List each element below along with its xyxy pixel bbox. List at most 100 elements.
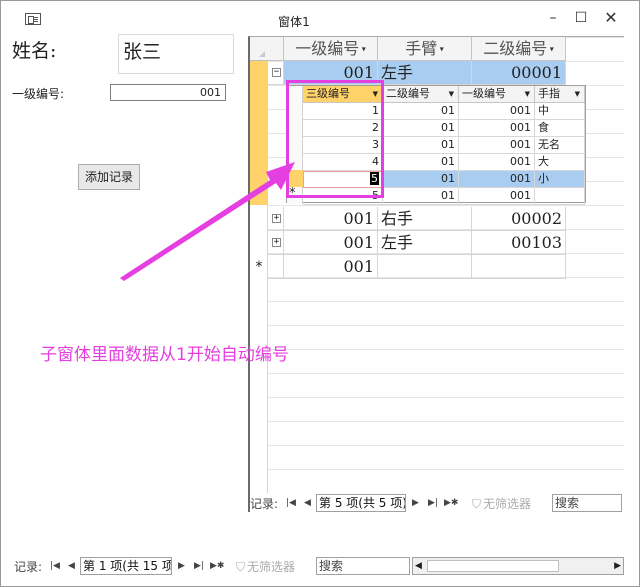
expander-cell [268, 255, 284, 279]
expander-cell[interactable]: + [268, 207, 284, 231]
add-record-button[interactable]: 添加记录 [78, 164, 140, 190]
chevron-down-icon[interactable]: ▼ [575, 86, 580, 102]
no-filter-label: 无筛选器 [247, 560, 296, 574]
first-record-icon[interactable]: |◀ [286, 495, 296, 511]
expand-icon[interactable]: + [272, 214, 281, 223]
name-label: 姓名: [12, 40, 57, 62]
table-cell[interactable]: 小 [535, 171, 585, 188]
table-cell[interactable]: 01 [383, 120, 459, 137]
table-cell[interactable]: 01 [383, 103, 459, 120]
table-row[interactable]: + 001 左手 00103 [268, 231, 624, 255]
table-cell[interactable] [535, 188, 585, 205]
chevron-down-icon[interactable]: ▾ [437, 45, 444, 54]
table-cell[interactable]: 01 [383, 154, 459, 171]
expand-icon[interactable]: + [272, 238, 281, 247]
current-record-selector[interactable] [250, 61, 268, 205]
new-record-marker: * [255, 259, 263, 275]
scroll-right-icon[interactable]: ▶ [614, 558, 621, 574]
table-cell[interactable]: 001 [459, 154, 535, 171]
code-field[interactable]: 001 [110, 84, 226, 101]
next-record-icon[interactable]: ▶ [178, 558, 185, 574]
table-cell[interactable]: 001 [284, 207, 378, 231]
record-nav-label: 记录: [14, 560, 43, 574]
expander-column-header [268, 37, 284, 61]
column-header-label: 手臂 [405, 39, 438, 58]
last-record-icon[interactable]: ▶| [428, 495, 438, 511]
expander-cell[interactable]: + [268, 231, 284, 255]
minimize-button[interactable]: – [539, 7, 567, 29]
column-header[interactable]: 手指 ▼ [535, 86, 585, 103]
name-field[interactable]: 张三 [118, 34, 234, 74]
column-header-label: 一级编号 [462, 87, 506, 100]
table-cell[interactable]: 01 [383, 171, 459, 188]
annotation-highlight-box [286, 80, 384, 198]
table-cell[interactable] [378, 255, 472, 279]
new-record-row[interactable]: 001 [268, 255, 624, 279]
new-record-icon[interactable]: ▶✱ [444, 495, 458, 511]
horizontal-scrollbar[interactable]: ◀ ▶ [412, 557, 624, 575]
record-selector-column: * [250, 37, 268, 493]
subform-navigation-bar: 记录: |◀ ◀ 第 5 项(共 5 项) ▶ ▶| ▶✱ ⛉ 无筛选器 搜索 [250, 494, 624, 512]
table-cell[interactable] [472, 255, 566, 279]
no-filter-label: 无筛选器 [483, 497, 532, 511]
chevron-down-icon[interactable]: ▾ [547, 45, 554, 54]
chevron-down-icon[interactable]: ▾ [359, 45, 366, 54]
filter-icon: ⛉ [472, 497, 482, 511]
table-cell[interactable]: 00001 [472, 61, 566, 85]
table-cell[interactable]: 001 [459, 103, 535, 120]
table-cell[interactable]: 大 [535, 154, 585, 171]
table-cell[interactable]: 00002 [472, 207, 566, 231]
previous-record-icon[interactable]: ◀ [68, 558, 75, 574]
close-button[interactable]: ✕ [597, 7, 625, 29]
search-input[interactable]: 搜索 [316, 557, 410, 575]
search-input[interactable]: 搜索 [552, 494, 622, 512]
table-cell[interactable]: 001 [459, 137, 535, 154]
previous-record-icon[interactable]: ◀ [304, 495, 311, 511]
current-record-field[interactable]: 第 1 项(共 15 项 [80, 557, 172, 575]
filter-icon: ⛉ [236, 560, 246, 574]
table-cell[interactable]: 001 [284, 255, 378, 279]
column-header-label: 一级编号 [295, 39, 360, 58]
expander-cell[interactable]: − [268, 61, 284, 85]
current-record-field[interactable]: 第 5 项(共 5 项) [316, 494, 406, 512]
table-cell[interactable]: 中 [535, 103, 585, 120]
table-cell[interactable]: 00103 [472, 231, 566, 255]
column-header-label: 手指 [538, 87, 560, 100]
next-record-icon[interactable]: ▶ [412, 495, 419, 511]
column-header[interactable]: 二级编号 ▾ [472, 37, 566, 61]
table-cell[interactable]: 001 [459, 120, 535, 137]
table-cell[interactable]: 食 [535, 120, 585, 137]
title-bar: 窗体1 – ☐ ✕ [1, 1, 639, 35]
code-label: 一级编号: [12, 87, 65, 101]
table-cell[interactable]: 01 [383, 188, 459, 205]
table-row[interactable]: + 001 右手 00002 [268, 207, 624, 231]
table-cell[interactable]: 无名 [535, 137, 585, 154]
chevron-down-icon[interactable]: ▼ [525, 86, 530, 102]
table-cell[interactable]: 01 [383, 137, 459, 154]
column-header-label: 二级编号 [483, 39, 548, 58]
column-header[interactable]: 二级编号 ▼ [383, 86, 459, 103]
annotation-text: 子窗体里面数据从1开始自动编号 [40, 345, 289, 365]
table-cell[interactable]: 左手 [378, 231, 472, 255]
scroll-left-icon[interactable]: ◀ [415, 558, 422, 574]
chevron-down-icon[interactable]: ▼ [449, 86, 454, 102]
maximize-button[interactable]: ☐ [567, 7, 595, 29]
table-cell[interactable]: 001 [459, 171, 535, 188]
record-nav-label: 记录: [250, 497, 279, 511]
table-cell[interactable]: 001 [284, 231, 378, 255]
column-header[interactable]: 一级编号 ▼ [459, 86, 535, 103]
last-record-icon[interactable]: ▶| [194, 558, 204, 574]
column-header[interactable]: 一级编号 ▾ [284, 37, 378, 61]
column-header-label: 二级编号 [386, 87, 430, 100]
select-all-corner[interactable] [250, 37, 268, 61]
first-record-icon[interactable]: |◀ [50, 558, 60, 574]
table-cell[interactable]: 左手 [378, 61, 472, 85]
table-cell[interactable]: 001 [459, 188, 535, 205]
new-record-icon[interactable]: ▶✱ [210, 558, 224, 574]
table-cell[interactable]: 右手 [378, 207, 472, 231]
collapse-icon[interactable]: − [272, 68, 281, 77]
scrollbar-thumb[interactable] [427, 560, 559, 572]
no-filter-button[interactable]: ⛉ 无筛选器 [472, 495, 531, 512]
column-header[interactable]: 手臂 ▾ [378, 37, 472, 61]
no-filter-button[interactable]: ⛉ 无筛选器 [236, 558, 295, 575]
